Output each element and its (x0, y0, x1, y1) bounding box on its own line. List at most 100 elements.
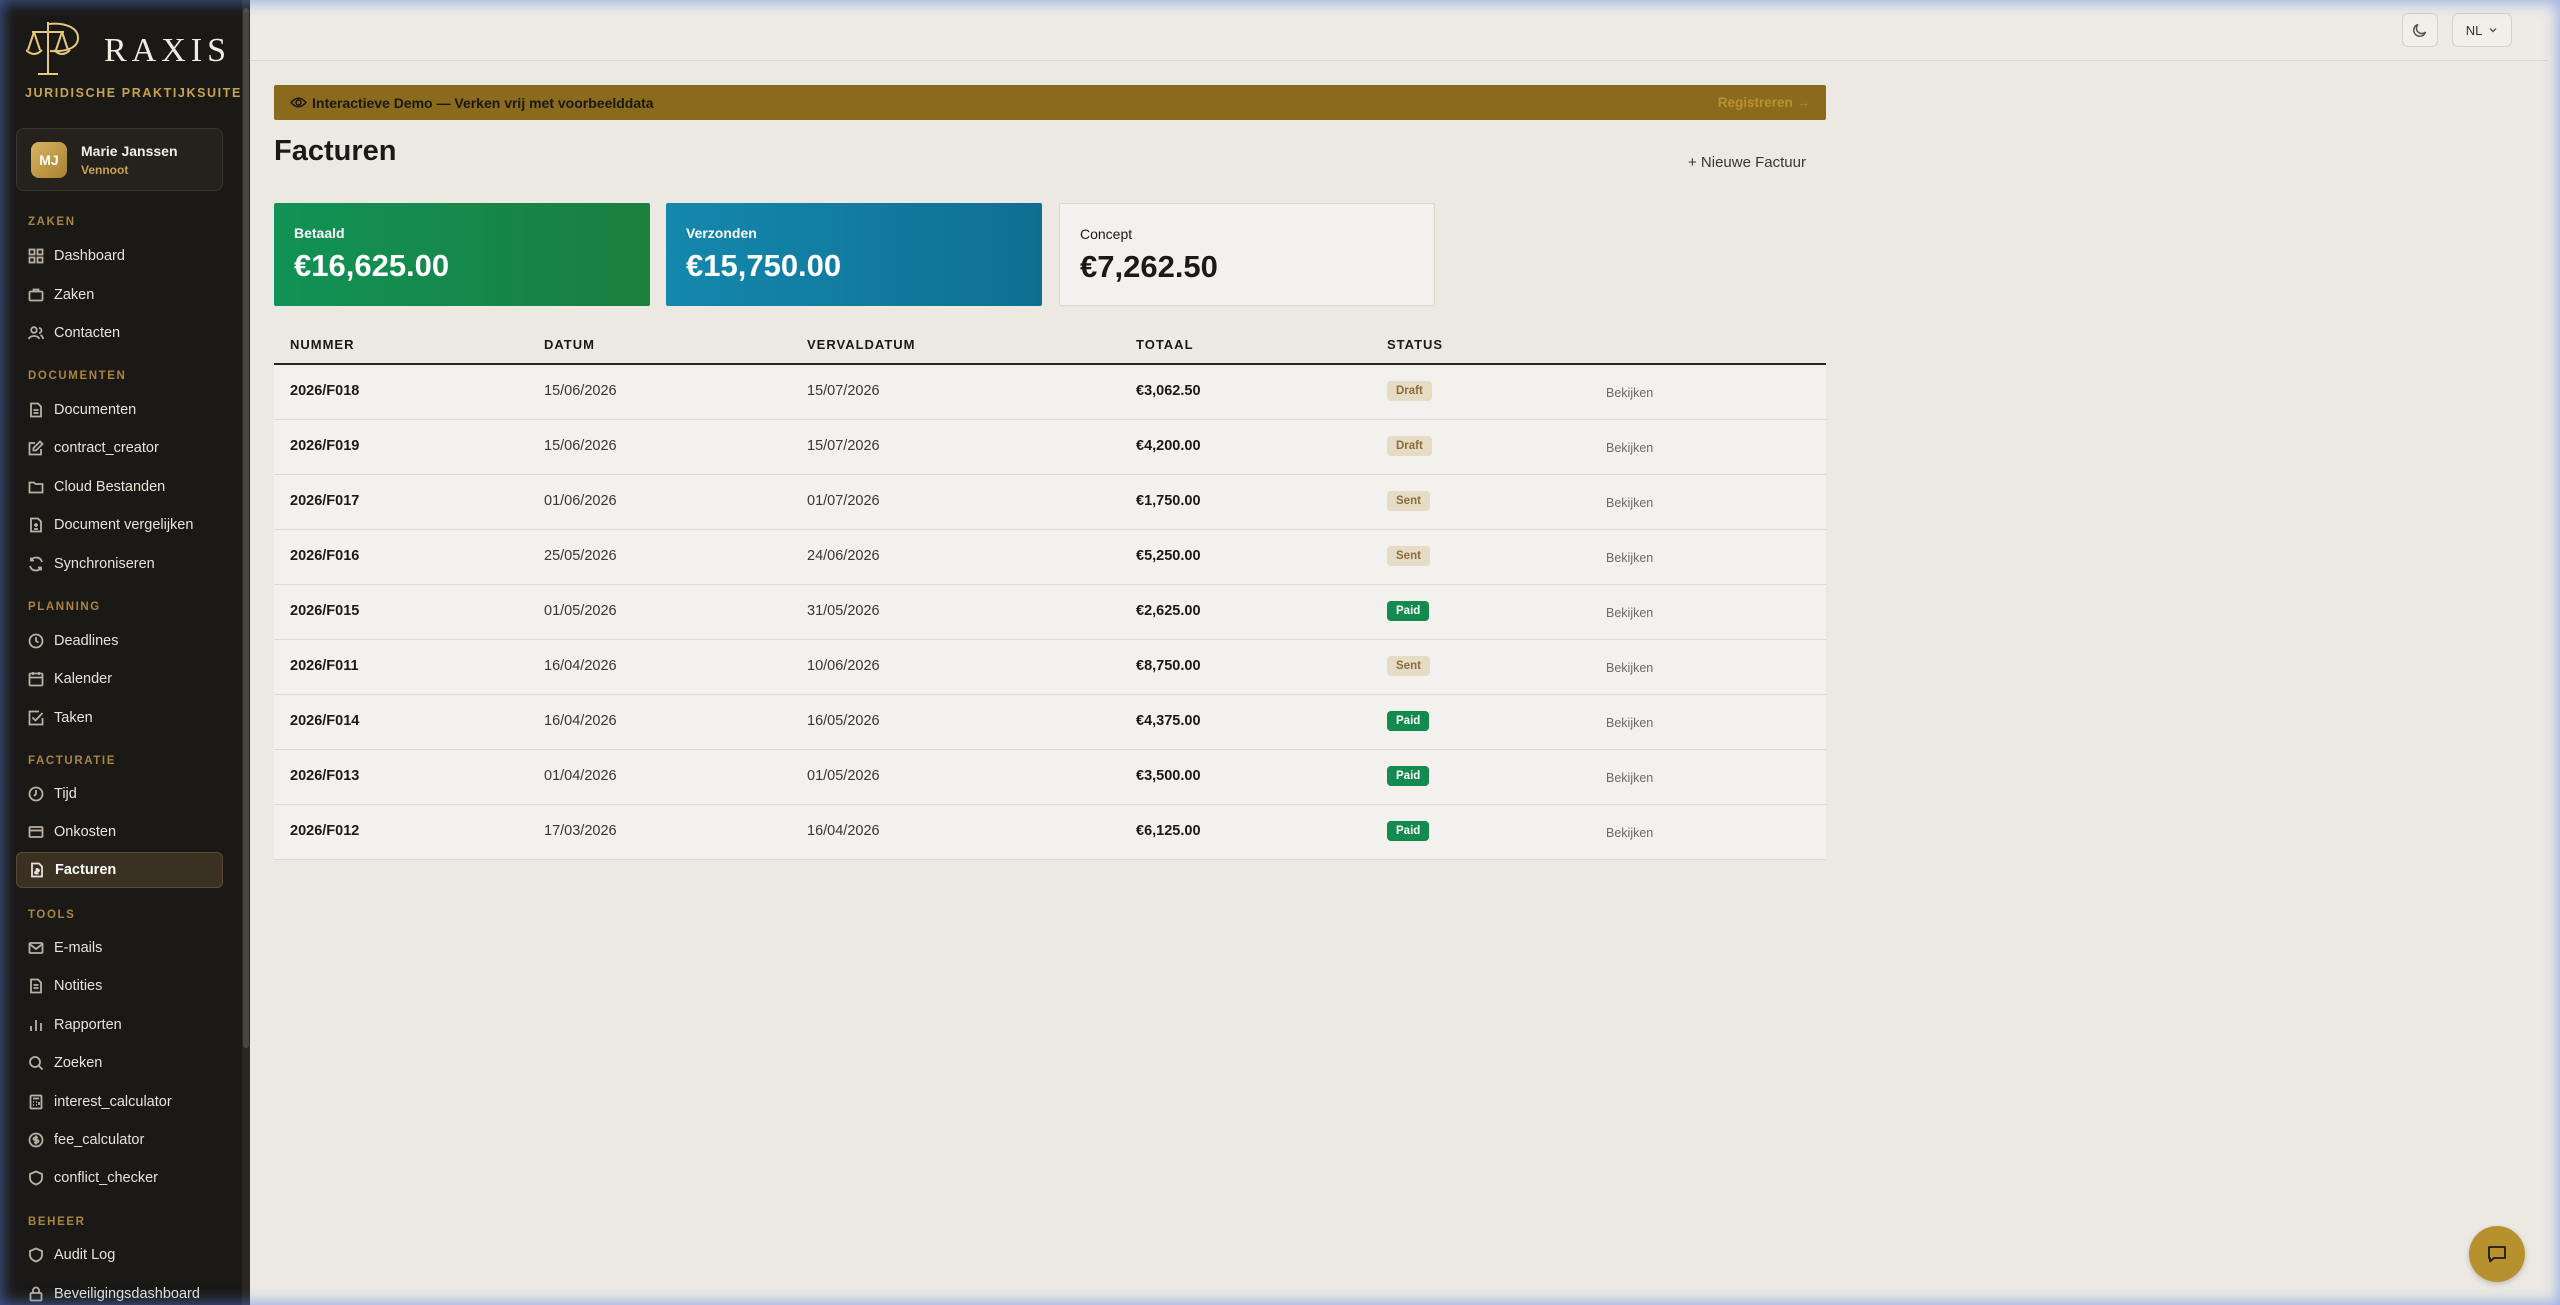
invoice-number: 2026/F013 (290, 768, 360, 784)
sidebar-item-contract-creator[interactable]: contract_creator (16, 430, 223, 466)
invoice-number: 2026/F015 (290, 603, 360, 619)
new-invoice-button[interactable]: + Nieuwe Factuur (1688, 154, 1806, 171)
view-invoice-link[interactable]: Bekijken (1606, 496, 1653, 510)
invoice-due-date: 15/07/2026 (807, 438, 880, 454)
file-diff-icon (28, 517, 44, 533)
invoice-due-date: 15/07/2026 (807, 383, 880, 399)
demo-banner-text: Interactieve Demo — Verken vrij met voor… (312, 95, 654, 111)
theme-toggle-button[interactable] (2402, 13, 2438, 47)
sidebar-item-synchroniseren[interactable]: Synchroniseren (16, 546, 223, 582)
sidebar-item-tijd[interactable]: Tijd (16, 776, 223, 812)
status-badge: Paid (1387, 601, 1430, 621)
sidebar-item-label: Dashboard (54, 248, 125, 264)
avatar: MJ (31, 142, 67, 178)
invoice-due-date: 10/06/2026 (807, 658, 880, 674)
sidebar-item-fee-calculator[interactable]: fee_calculator (16, 1122, 223, 1158)
invoice-due-date: 24/06/2026 (807, 548, 880, 564)
sidebar-item-label: contract_creator (54, 440, 159, 456)
calendar-icon (28, 671, 44, 687)
column-header-due-date[interactable]: VERVALDATUM (807, 337, 916, 352)
column-header-number[interactable]: NUMMER (290, 337, 355, 352)
view-invoice-link[interactable]: Bekijken (1606, 716, 1653, 730)
invoice-total: €2,625.00 (1136, 603, 1201, 619)
check-square-icon (28, 710, 44, 726)
chevron-down-icon (2489, 28, 2497, 33)
sidebar-item-deadlines[interactable]: Deadlines (16, 623, 223, 659)
sidebar-item-conflict-checker[interactable]: conflict_checker (16, 1160, 223, 1196)
sidebar-item-beveiligingsdashboard[interactable]: Beveiligingsdashboard (16, 1276, 223, 1305)
view-invoice-link[interactable]: Bekijken (1606, 551, 1653, 565)
view-invoice-link[interactable]: Bekijken (1606, 441, 1653, 455)
status-badge: Draft (1387, 381, 1432, 401)
sidebar-item-facturen[interactable]: Facturen (16, 852, 223, 888)
clock-icon (28, 786, 44, 802)
sidebar-item-contacten[interactable]: Contacten (16, 315, 223, 351)
briefcase-icon (28, 287, 44, 303)
sidebar-item-onkosten[interactable]: Onkosten (16, 814, 223, 850)
chat-button[interactable] (2469, 1226, 2525, 1282)
sidebar-item-zaken[interactable]: Zaken (16, 277, 223, 313)
view-invoice-link[interactable]: Bekijken (1606, 661, 1653, 675)
user-card[interactable]: MJ Marie Janssen Vennoot (16, 128, 223, 191)
logo[interactable]: RAXIS (26, 18, 226, 78)
view-invoice-link[interactable]: Bekijken (1606, 386, 1653, 400)
refresh-icon (28, 556, 44, 572)
sidebar-item-interest-calculator[interactable]: interest_calculator (16, 1084, 223, 1120)
invoice-number: 2026/F019 (290, 438, 360, 454)
summary-card-paid: Betaald €16,625.00 (274, 203, 650, 306)
sidebar-item-zoeken[interactable]: Zoeken (16, 1045, 223, 1081)
table-row[interactable]: 2026/F011 16/04/2026 10/06/2026 €8,750.00 Se… (274, 640, 1826, 695)
sidebar-item-label: Onkosten (54, 824, 117, 840)
demo-banner: Interactieve Demo — Verken vrij met voor… (274, 85, 1826, 120)
sidebar-item-document-vergelijken[interactable]: Document vergelijken (16, 507, 223, 543)
table-row[interactable]: 2026/F014 16/04/2026 16/05/2026 €4,375.00 Pa… (274, 695, 1826, 750)
edit-icon (28, 440, 44, 456)
language-select[interactable]: NL (2452, 13, 2512, 47)
sidebar-item-label: fee_calculator (54, 1132, 145, 1148)
view-invoice-link[interactable]: Bekijken (1606, 826, 1653, 840)
eye-icon (290, 97, 307, 108)
sidebar-item-rapporten[interactable]: Rapporten (16, 1007, 223, 1043)
table-row[interactable]: 2026/F016 25/05/2026 24/06/2026 €5,250.00 Se… (274, 530, 1826, 585)
user-role: Vennoot (81, 163, 129, 177)
invoice-number: 2026/F016 (290, 548, 360, 564)
column-header-status[interactable]: STATUS (1387, 337, 1443, 352)
table-row[interactable]: 2026/F015 01/05/2026 31/05/2026 €2,625.00 Pa… (274, 585, 1826, 640)
view-invoice-link[interactable]: Bekijken (1606, 771, 1653, 785)
sidebar-item-label: Synchroniseren (54, 556, 155, 572)
invoice-date: 15/06/2026 (544, 438, 617, 454)
view-invoice-link[interactable]: Bekijken (1606, 606, 1653, 620)
invoice-total: €3,500.00 (1136, 768, 1201, 784)
sidebar-item-notities[interactable]: Notities (16, 968, 223, 1004)
scales-of-justice-icon (26, 22, 80, 75)
sidebar-item-label: Audit Log (54, 1247, 116, 1263)
sidebar-item-label: Facturen (55, 862, 117, 878)
column-header-total[interactable]: TOTAAL (1136, 337, 1194, 352)
sidebar-scroll-thumb[interactable] (243, 8, 249, 1048)
table-row[interactable]: 2026/F018 15/06/2026 15/07/2026 €3,062.50 Dr… (274, 365, 1826, 420)
table-row[interactable]: 2026/F019 15/06/2026 15/07/2026 €4,200.00 Dr… (274, 420, 1826, 475)
sidebar-item-documenten[interactable]: Documenten (16, 392, 223, 428)
status-badge: Sent (1387, 491, 1430, 511)
sidebar-item-label: Rapporten (54, 1017, 122, 1033)
sidebar-item-kalender[interactable]: Kalender (16, 661, 223, 697)
table-row[interactable]: 2026/F012 17/03/2026 16/04/2026 €6,125.00 Pa… (274, 805, 1826, 860)
table-row[interactable]: 2026/F017 01/06/2026 01/07/2026 €1,750.00 Se… (274, 475, 1826, 530)
credit-card-icon (28, 824, 44, 840)
invoice-number: 2026/F018 (290, 383, 360, 399)
user-name: Marie Janssen (81, 143, 178, 159)
sidebar-scrollbar[interactable] (242, 0, 250, 1305)
invoice-date: 16/04/2026 (544, 713, 617, 729)
sidebar-item-dashboard[interactable]: Dashboard (16, 238, 223, 274)
page-scrollbar[interactable] (2548, 0, 2560, 1305)
column-header-date[interactable]: DATUM (544, 337, 595, 352)
sidebar-item-emails[interactable]: E-mails (16, 930, 223, 966)
sidebar-item-taken[interactable]: Taken (16, 700, 223, 736)
sidebar-item-cloud-bestanden[interactable]: Cloud Bestanden (16, 469, 223, 505)
sidebar-item-audit-log[interactable]: Audit Log (16, 1237, 223, 1273)
sidebar-item-label: E-mails (54, 940, 103, 956)
table-row[interactable]: 2026/F013 01/04/2026 01/05/2026 €3,500.00 Pa… (274, 750, 1826, 805)
invoice-number: 2026/F017 (290, 493, 360, 509)
register-link[interactable]: Registreren → (1718, 95, 1810, 110)
sidebar-item-label: Tijd (54, 786, 77, 802)
